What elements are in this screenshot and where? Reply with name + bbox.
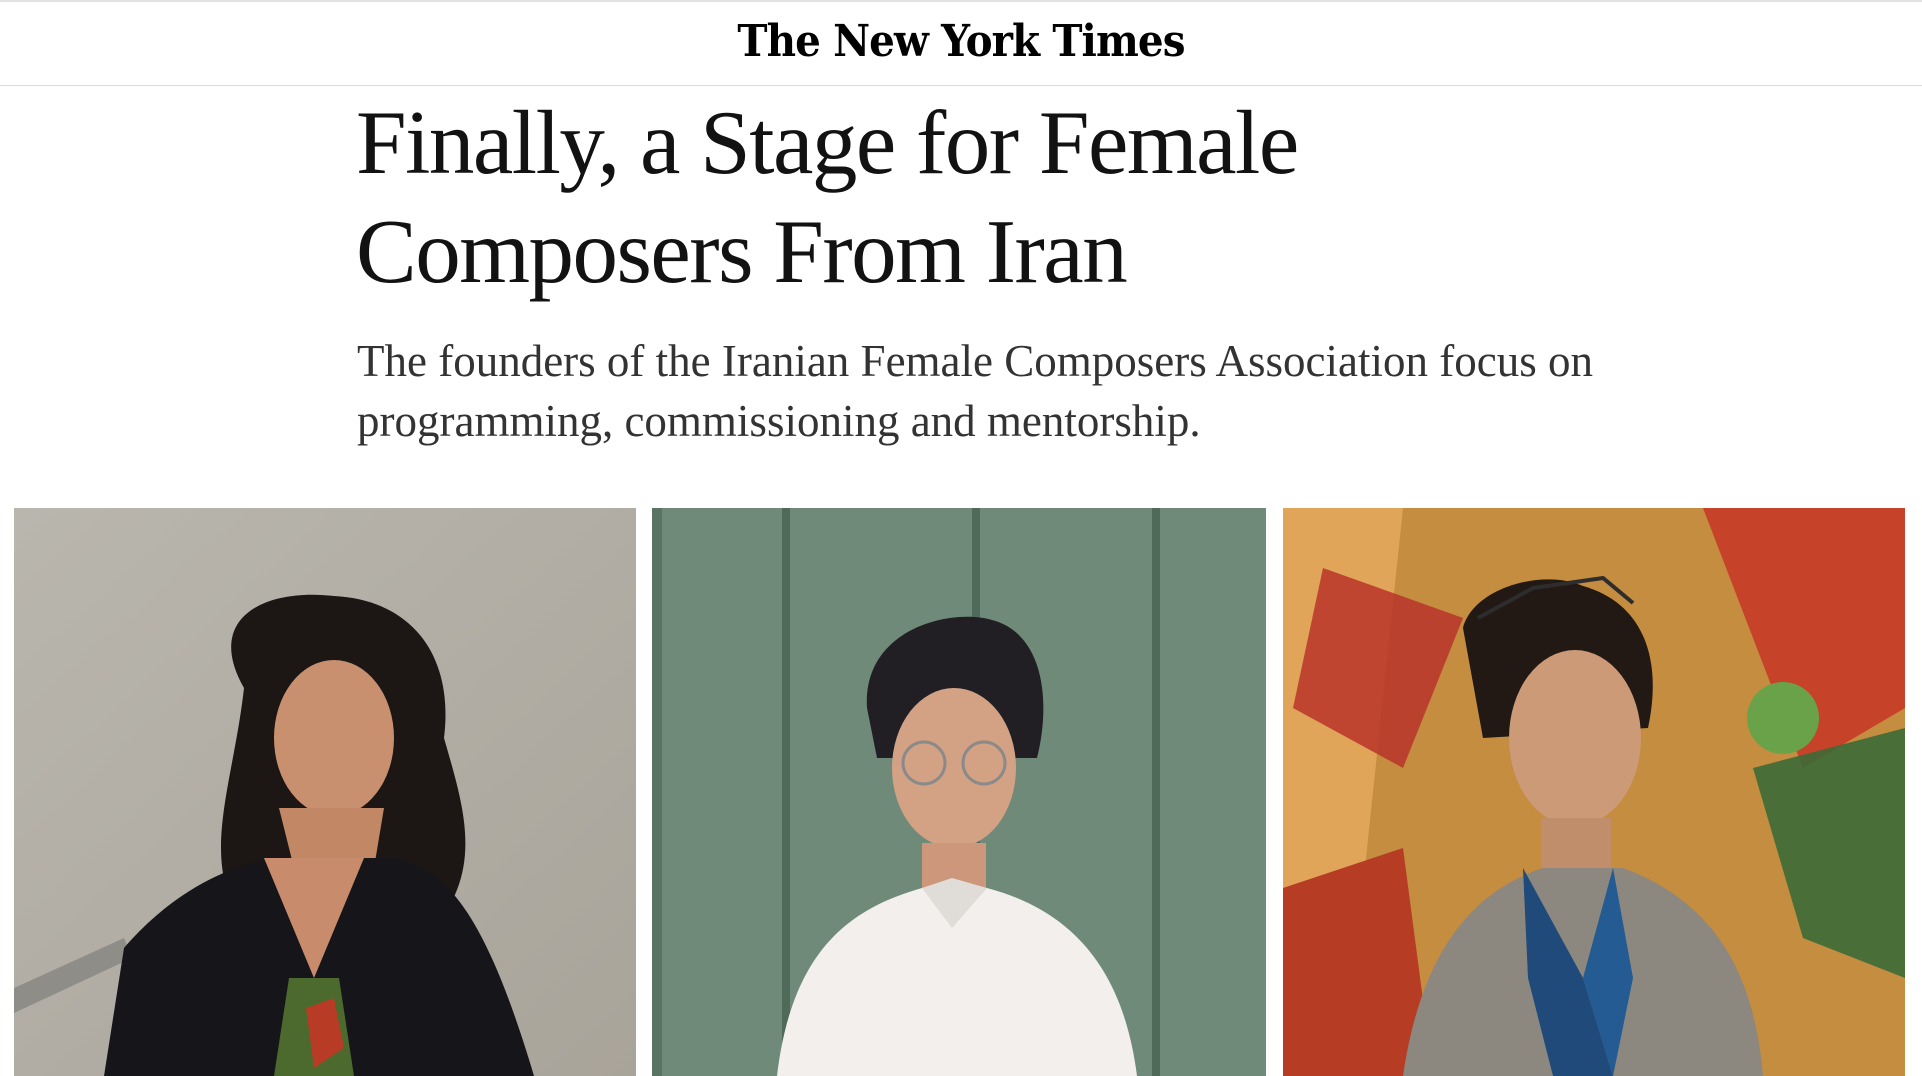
photo-composer-3 — [1283, 508, 1905, 1076]
article-summary: The founders of the Iranian Female Compo… — [357, 336, 1593, 446]
nyt-logo[interactable]: The New York Times — [77, 16, 1845, 67]
article-headline: Finally, a Stage for Female Composers Fr… — [356, 92, 1299, 302]
photo-composer-1 — [14, 508, 636, 1076]
masthead: The New York Times — [0, 0, 1922, 86]
photo-composer-2 — [652, 508, 1266, 1076]
